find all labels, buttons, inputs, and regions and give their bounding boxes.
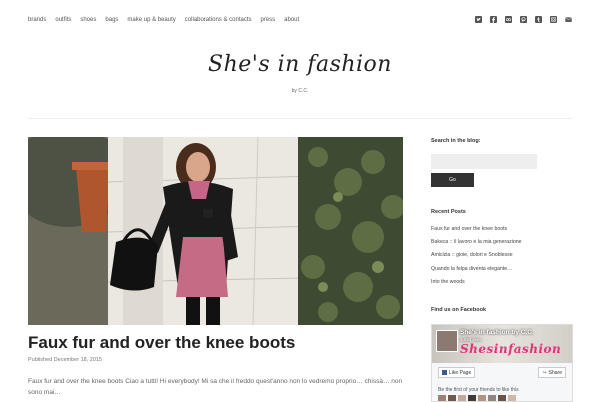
- post-title[interactable]: Faux fur and over the knee boots: [28, 333, 295, 353]
- facebook-like-page-button[interactable]: Like Page: [438, 367, 476, 378]
- nav-item-makeup-beauty[interactable]: make up & beauty: [127, 17, 175, 23]
- featured-photo-illustration: [28, 137, 403, 325]
- recent-post-link[interactable]: Quando la felpa diventa elegante…: [431, 266, 522, 279]
- friend-avatar[interactable]: [448, 395, 456, 401]
- friend-avatar[interactable]: [498, 395, 506, 401]
- recent-posts-heading: Recent Posts: [431, 209, 466, 215]
- recent-post-link[interactable]: Bakeca :: il lavoro e la mia generazione: [431, 239, 522, 252]
- recent-post-link[interactable]: Faux fur and over the knee boots: [431, 226, 522, 239]
- search-input[interactable]: [431, 154, 537, 169]
- facebook-page-name[interactable]: She's in fashion by C.C.: [460, 329, 534, 336]
- post-date: Published December 18, 2015: [28, 357, 102, 363]
- twitter-icon[interactable]: [475, 16, 482, 23]
- nav-item-shoes[interactable]: shoes: [80, 17, 96, 23]
- header-divider: [28, 118, 572, 119]
- tumblr-icon[interactable]: [535, 16, 542, 23]
- facebook-share-button[interactable]: ↪ Share: [538, 367, 566, 378]
- instagram-icon[interactable]: [550, 16, 557, 23]
- search-heading: Search in the blog:: [431, 138, 481, 144]
- post-excerpt: Faux fur and over the knee boots Ciao a …: [28, 378, 403, 396]
- nav-item-about[interactable]: about: [284, 17, 299, 23]
- email-icon[interactable]: [565, 16, 572, 23]
- nav-item-outfits[interactable]: outfits: [55, 17, 71, 23]
- top-nav: brands outfits shoes bags make up & beau…: [28, 17, 299, 23]
- site-byline: by C.C.: [291, 88, 309, 94]
- facebook-cover-text: Shesinfashion: [460, 342, 562, 356]
- friend-avatar[interactable]: [478, 395, 486, 401]
- pinterest-icon[interactable]: [520, 16, 527, 23]
- nav-item-brands[interactable]: brands: [28, 17, 46, 23]
- go-button[interactable]: Go: [431, 173, 474, 187]
- facebook-icon: [442, 370, 447, 375]
- facebook-friend-faces: [438, 395, 516, 401]
- friend-avatar[interactable]: [488, 395, 496, 401]
- tripadvisor-icon[interactable]: [505, 16, 512, 23]
- friend-avatar[interactable]: [468, 395, 476, 401]
- facebook-icon[interactable]: [490, 16, 497, 23]
- recent-post-link[interactable]: Into the woods: [431, 279, 522, 292]
- nav-item-bags[interactable]: bags: [105, 17, 118, 23]
- facebook-friends-text: Be the first of your friends to like thi…: [438, 387, 519, 393]
- share-icon: ↪: [542, 369, 547, 376]
- recent-posts-list: Faux fur and over the knee boots Bakeca …: [431, 226, 522, 292]
- nav-item-press[interactable]: press: [260, 17, 275, 23]
- friend-avatar[interactable]: [508, 395, 516, 401]
- share-label: Share: [548, 369, 562, 376]
- friend-avatar[interactable]: [458, 395, 466, 401]
- recent-post-link[interactable]: Amicizia :: gioie, dolori e Snoblesse: [431, 252, 522, 265]
- like-page-label: Like Page: [449, 369, 472, 376]
- site-logo-title[interactable]: She's in fashion: [0, 52, 600, 77]
- nav-item-collaborations-contacts[interactable]: collaborations & contacts: [185, 17, 252, 23]
- facebook-heading: Find us on Facebook: [431, 307, 487, 313]
- friend-avatar[interactable]: [438, 395, 446, 401]
- featured-post-image[interactable]: [28, 137, 403, 325]
- facebook-page-avatar[interactable]: [436, 330, 458, 352]
- social-icons: [475, 16, 572, 23]
- facebook-page-widget: She's in fashion by C.C. 1,054 likes She…: [431, 324, 573, 402]
